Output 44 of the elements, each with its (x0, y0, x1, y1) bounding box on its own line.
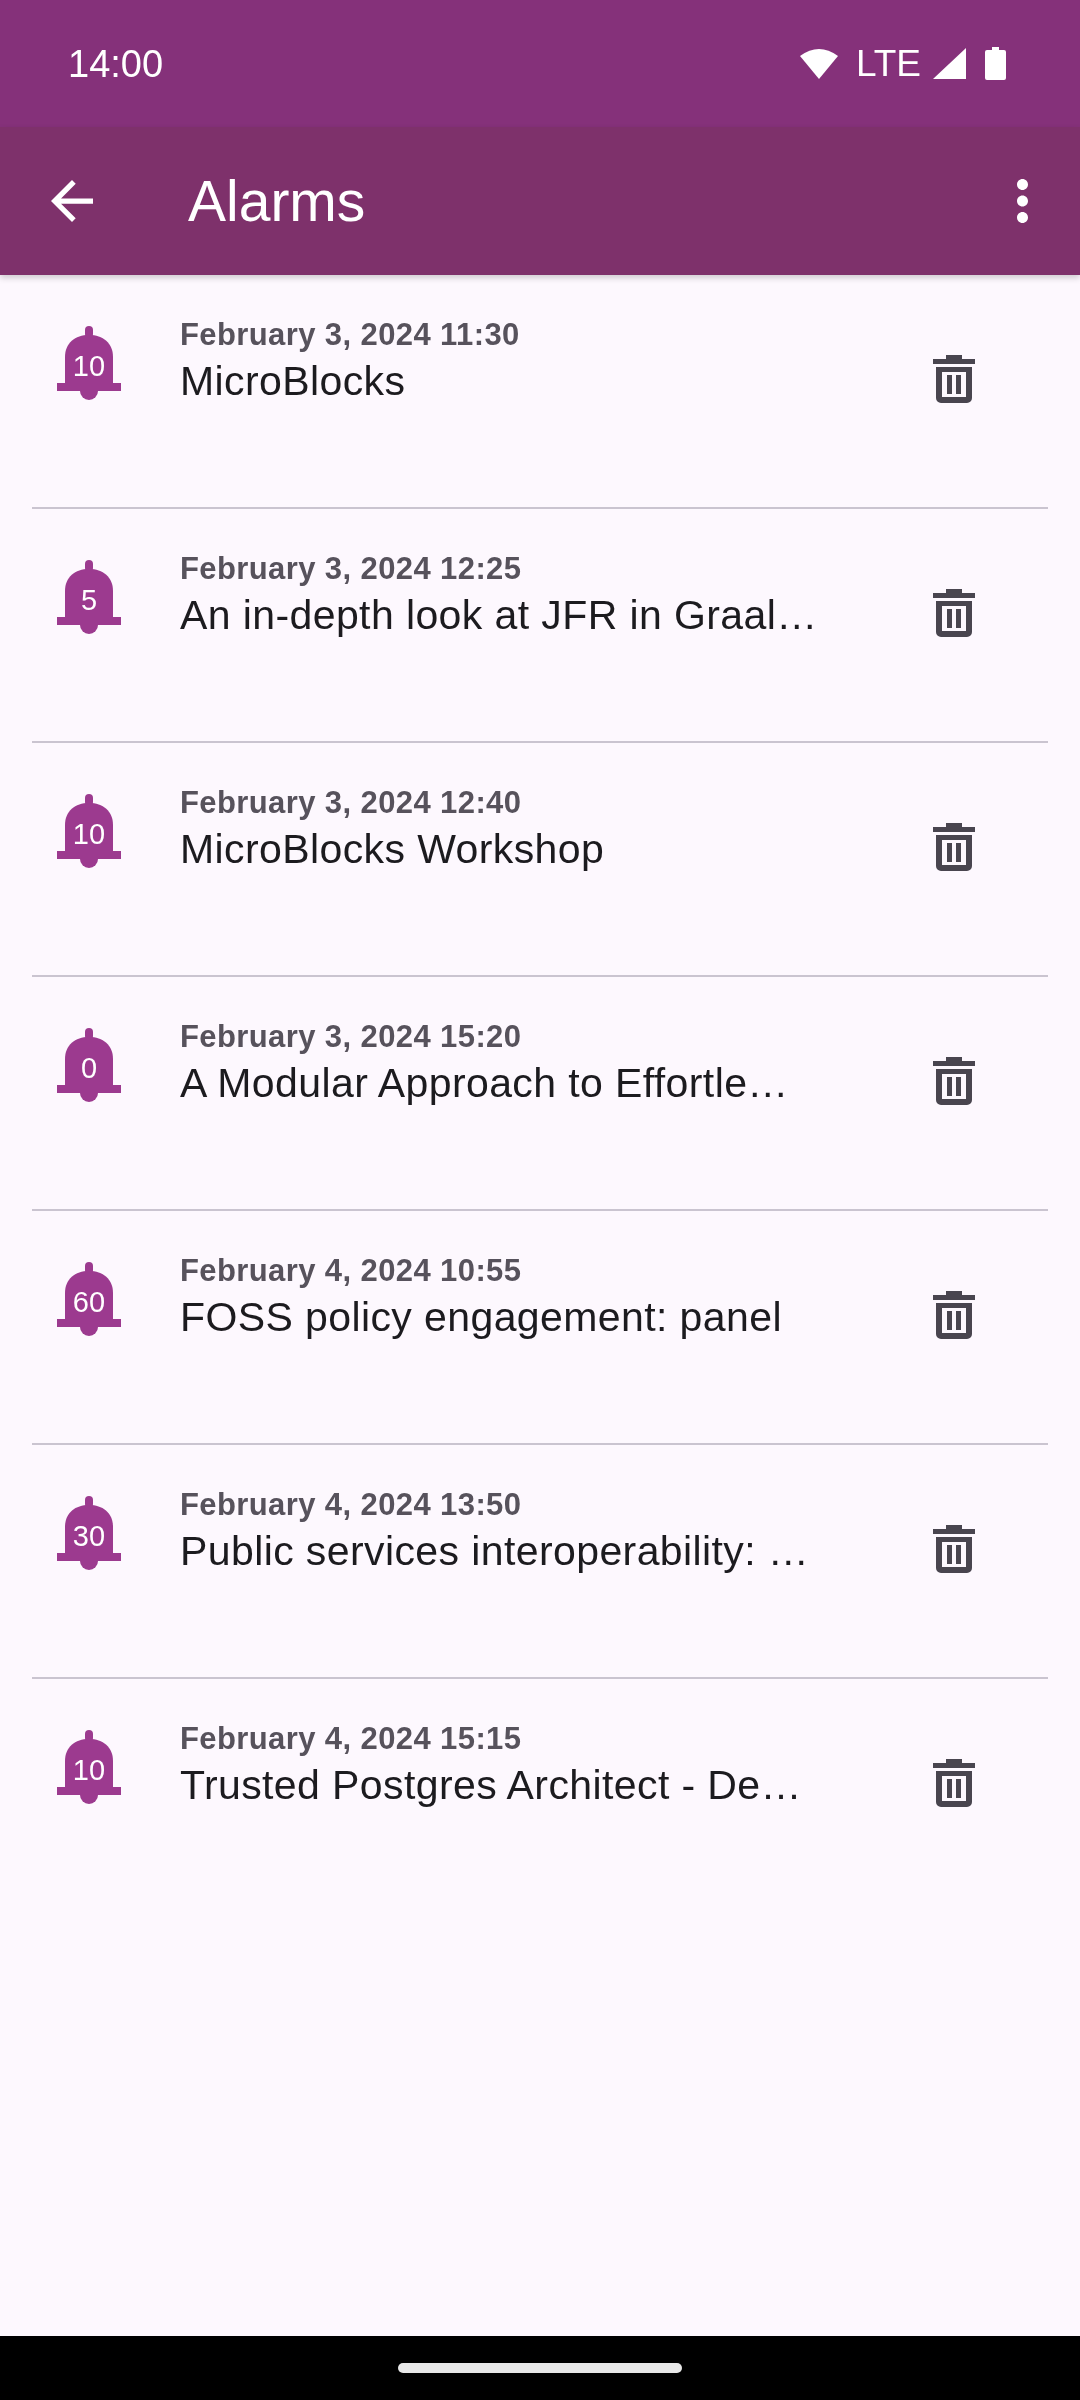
alarm-date: February 4, 2024 15:15 (180, 1720, 522, 1758)
signal-icon (933, 48, 966, 79)
trash-icon (933, 1291, 975, 1339)
alarm-date: February 3, 2024 11:30 (180, 316, 520, 354)
alarm-date: February 3, 2024 12:40 (180, 784, 522, 822)
bell-icon (57, 1730, 121, 1805)
bell-icon (57, 1496, 121, 1571)
reminder-minutes: 10 (72, 1753, 106, 1788)
alarm-title: MicroBlocks Workshop (180, 825, 605, 874)
reminder-minutes: 10 (72, 349, 106, 384)
alarm-title: An in-depth look at JFR in Graal… (180, 591, 818, 640)
alarm-title: MicroBlocks (180, 357, 406, 406)
bell-icon (57, 560, 121, 635)
bell-icon (57, 794, 121, 869)
reminder-minutes: 60 (72, 1285, 106, 1320)
battery-icon (985, 47, 1006, 80)
reminder-minutes: 5 (80, 583, 98, 618)
network-type: LTE (855, 43, 921, 84)
overflow-menu-icon (1017, 179, 1028, 223)
bell-icon (57, 326, 121, 401)
bell-icon (57, 1028, 121, 1103)
trash-icon (933, 589, 975, 637)
trash-icon (933, 1057, 975, 1105)
wifi-icon (799, 48, 838, 79)
alarm-title: Trusted Postgres Architect - De… (180, 1761, 802, 1810)
trash-icon (933, 1759, 975, 1807)
alarm-title: Public services interoperability: … (180, 1527, 810, 1576)
alarm-date: February 4, 2024 13:50 (180, 1486, 522, 1524)
home-handle[interactable] (398, 2363, 682, 2373)
alarm-date: February 3, 2024 12:25 (180, 550, 522, 588)
reminder-minutes: 0 (80, 1051, 98, 1086)
back-arrow-icon (51, 180, 93, 222)
trash-icon (933, 1525, 975, 1573)
reminder-minutes: 10 (72, 817, 106, 852)
status-time: 14:00 (68, 41, 164, 86)
trash-icon (933, 823, 975, 871)
bell-icon (57, 1262, 121, 1337)
trash-icon (933, 355, 975, 403)
screen-title: Alarms (188, 168, 367, 234)
alarm-title: FOSS policy engagement: panel (180, 1293, 782, 1342)
alarm-title: A Modular Approach to Effortle… (180, 1059, 789, 1108)
alarm-date: February 4, 2024 10:55 (180, 1252, 522, 1290)
reminder-minutes: 30 (72, 1519, 106, 1554)
alarm-date: February 3, 2024 15:20 (180, 1018, 522, 1056)
